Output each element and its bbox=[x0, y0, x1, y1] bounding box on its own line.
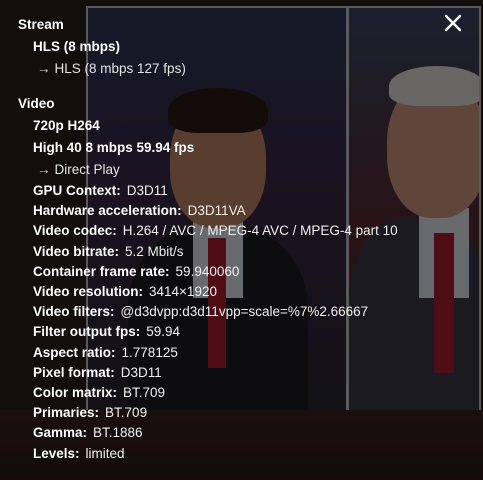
stat-key: Video filters: bbox=[33, 304, 115, 320]
playback-stats-overlay: Stream HLS (8 mbps) → HLS (8 mbps 127 fps… bbox=[0, 0, 483, 480]
stat-row: Gamma: BT.1886 bbox=[33, 424, 143, 442]
stat-value: @d3dvpp:d3d11vpp=scale=%7%2.66667 bbox=[120, 304, 369, 320]
stat-value: 3414×1920 bbox=[149, 284, 217, 299]
stat-key: Levels: bbox=[33, 445, 80, 461]
stat-value: 5.2 Mbit/s bbox=[125, 243, 184, 259]
stat-value: D3D11VA bbox=[187, 203, 246, 219]
stat-value: D3D11 bbox=[120, 364, 162, 380]
video-profile: High 40 8 mbps 59.94 fps bbox=[33, 140, 195, 155]
stat-key: Pixel format: bbox=[33, 364, 115, 380]
stat-key: Hardware acceleration: bbox=[33, 203, 182, 219]
stat-row: Video resolution: 3414×1920 bbox=[33, 283, 217, 301]
stat-row: Primaries: BT.709 bbox=[33, 404, 147, 422]
stat-value: BT.1886 bbox=[93, 425, 143, 441]
stat-key: Gamma: bbox=[33, 425, 88, 441]
stat-row: Video bitrate: 5.2 Mbit/s bbox=[33, 243, 184, 261]
video-playback-label: Direct Play bbox=[54, 162, 120, 177]
stat-value: BT.709 bbox=[105, 405, 148, 421]
stat-key: Video bitrate: bbox=[33, 243, 120, 259]
arrow-right-icon: → bbox=[37, 61, 51, 76]
stat-key: Container frame rate: bbox=[33, 263, 170, 279]
stat-value: limited bbox=[85, 445, 125, 461]
stream-output-label: HLS (8 mbps 127 fps) bbox=[54, 61, 186, 76]
stat-row: Container frame rate: 59.940060 bbox=[33, 263, 239, 281]
stat-key: Filter output fps: bbox=[33, 324, 141, 340]
stat-value: 59.94 bbox=[146, 324, 181, 340]
video-playback: → Direct Play bbox=[37, 161, 120, 179]
stat-key: Color matrix: bbox=[33, 385, 118, 400]
video-heading: Video bbox=[18, 96, 55, 111]
stat-key: Video resolution: bbox=[33, 284, 144, 299]
stat-row: Aspect ratio: 1.778125 bbox=[33, 344, 178, 362]
stat-row: Pixel format: D3D11 bbox=[33, 364, 162, 382]
stat-row: Levels: limited bbox=[33, 445, 125, 463]
stat-value: 1.778125 bbox=[121, 344, 178, 360]
close-button[interactable] bbox=[442, 12, 464, 34]
stat-row: Video filters: @d3dvpp:d3d11vpp=scale=%7%… bbox=[33, 303, 368, 321]
stat-row: Video codec: H.264 / AVC / MPEG-4 AVC / M… bbox=[33, 222, 398, 240]
stat-value: H.264 / AVC / MPEG-4 AVC / MPEG-4 part 1… bbox=[122, 223, 398, 239]
arrow-right-icon: → bbox=[37, 162, 51, 177]
stream-heading: Stream bbox=[18, 17, 64, 32]
stat-row: Filter output fps: 59.94 bbox=[33, 323, 180, 341]
stat-key: Primaries: bbox=[33, 405, 100, 421]
stream-source: HLS (8 mbps) bbox=[33, 39, 121, 54]
stat-row: Hardware acceleration: D3D11VA bbox=[33, 202, 246, 220]
stream-output: → HLS (8 mbps 127 fps) bbox=[37, 60, 186, 78]
close-icon bbox=[444, 14, 462, 32]
stat-key: Video codec: bbox=[33, 223, 117, 239]
stat-key: Aspect ratio: bbox=[33, 344, 116, 360]
stat-row: GPU Context: D3D11 bbox=[33, 182, 168, 200]
stat-value: 59.940060 bbox=[175, 263, 240, 279]
stat-value: D3D11 bbox=[126, 183, 168, 198]
stat-row: Color matrix: BT.709 bbox=[33, 384, 165, 402]
stat-value: BT.709 bbox=[123, 385, 166, 400]
stat-key: GPU Context: bbox=[33, 183, 121, 198]
video-format: 720p H264 bbox=[33, 118, 100, 133]
